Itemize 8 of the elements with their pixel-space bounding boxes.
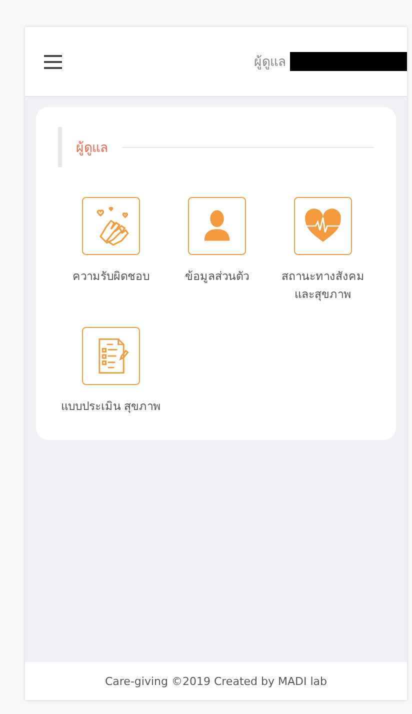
menu-tile[interactable]: ความรับผิดชอบ xyxy=(58,197,164,305)
section-title: ผู้ดูแล xyxy=(76,140,108,158)
footer-text: Care-giving ©2019 Created by MADI lab xyxy=(104,674,327,688)
menu-tile[interactable]: สถานะทางสังคม และสุขภาพ xyxy=(270,197,376,305)
menu-tile[interactable]: แบบประเมิน สุขภาพ xyxy=(58,326,164,416)
user-label: ผู้ดูแล xyxy=(254,54,286,72)
menu-icon[interactable] xyxy=(44,54,62,68)
menu-tile[interactable]: ข้อมูลส่วนตัว xyxy=(164,197,270,305)
